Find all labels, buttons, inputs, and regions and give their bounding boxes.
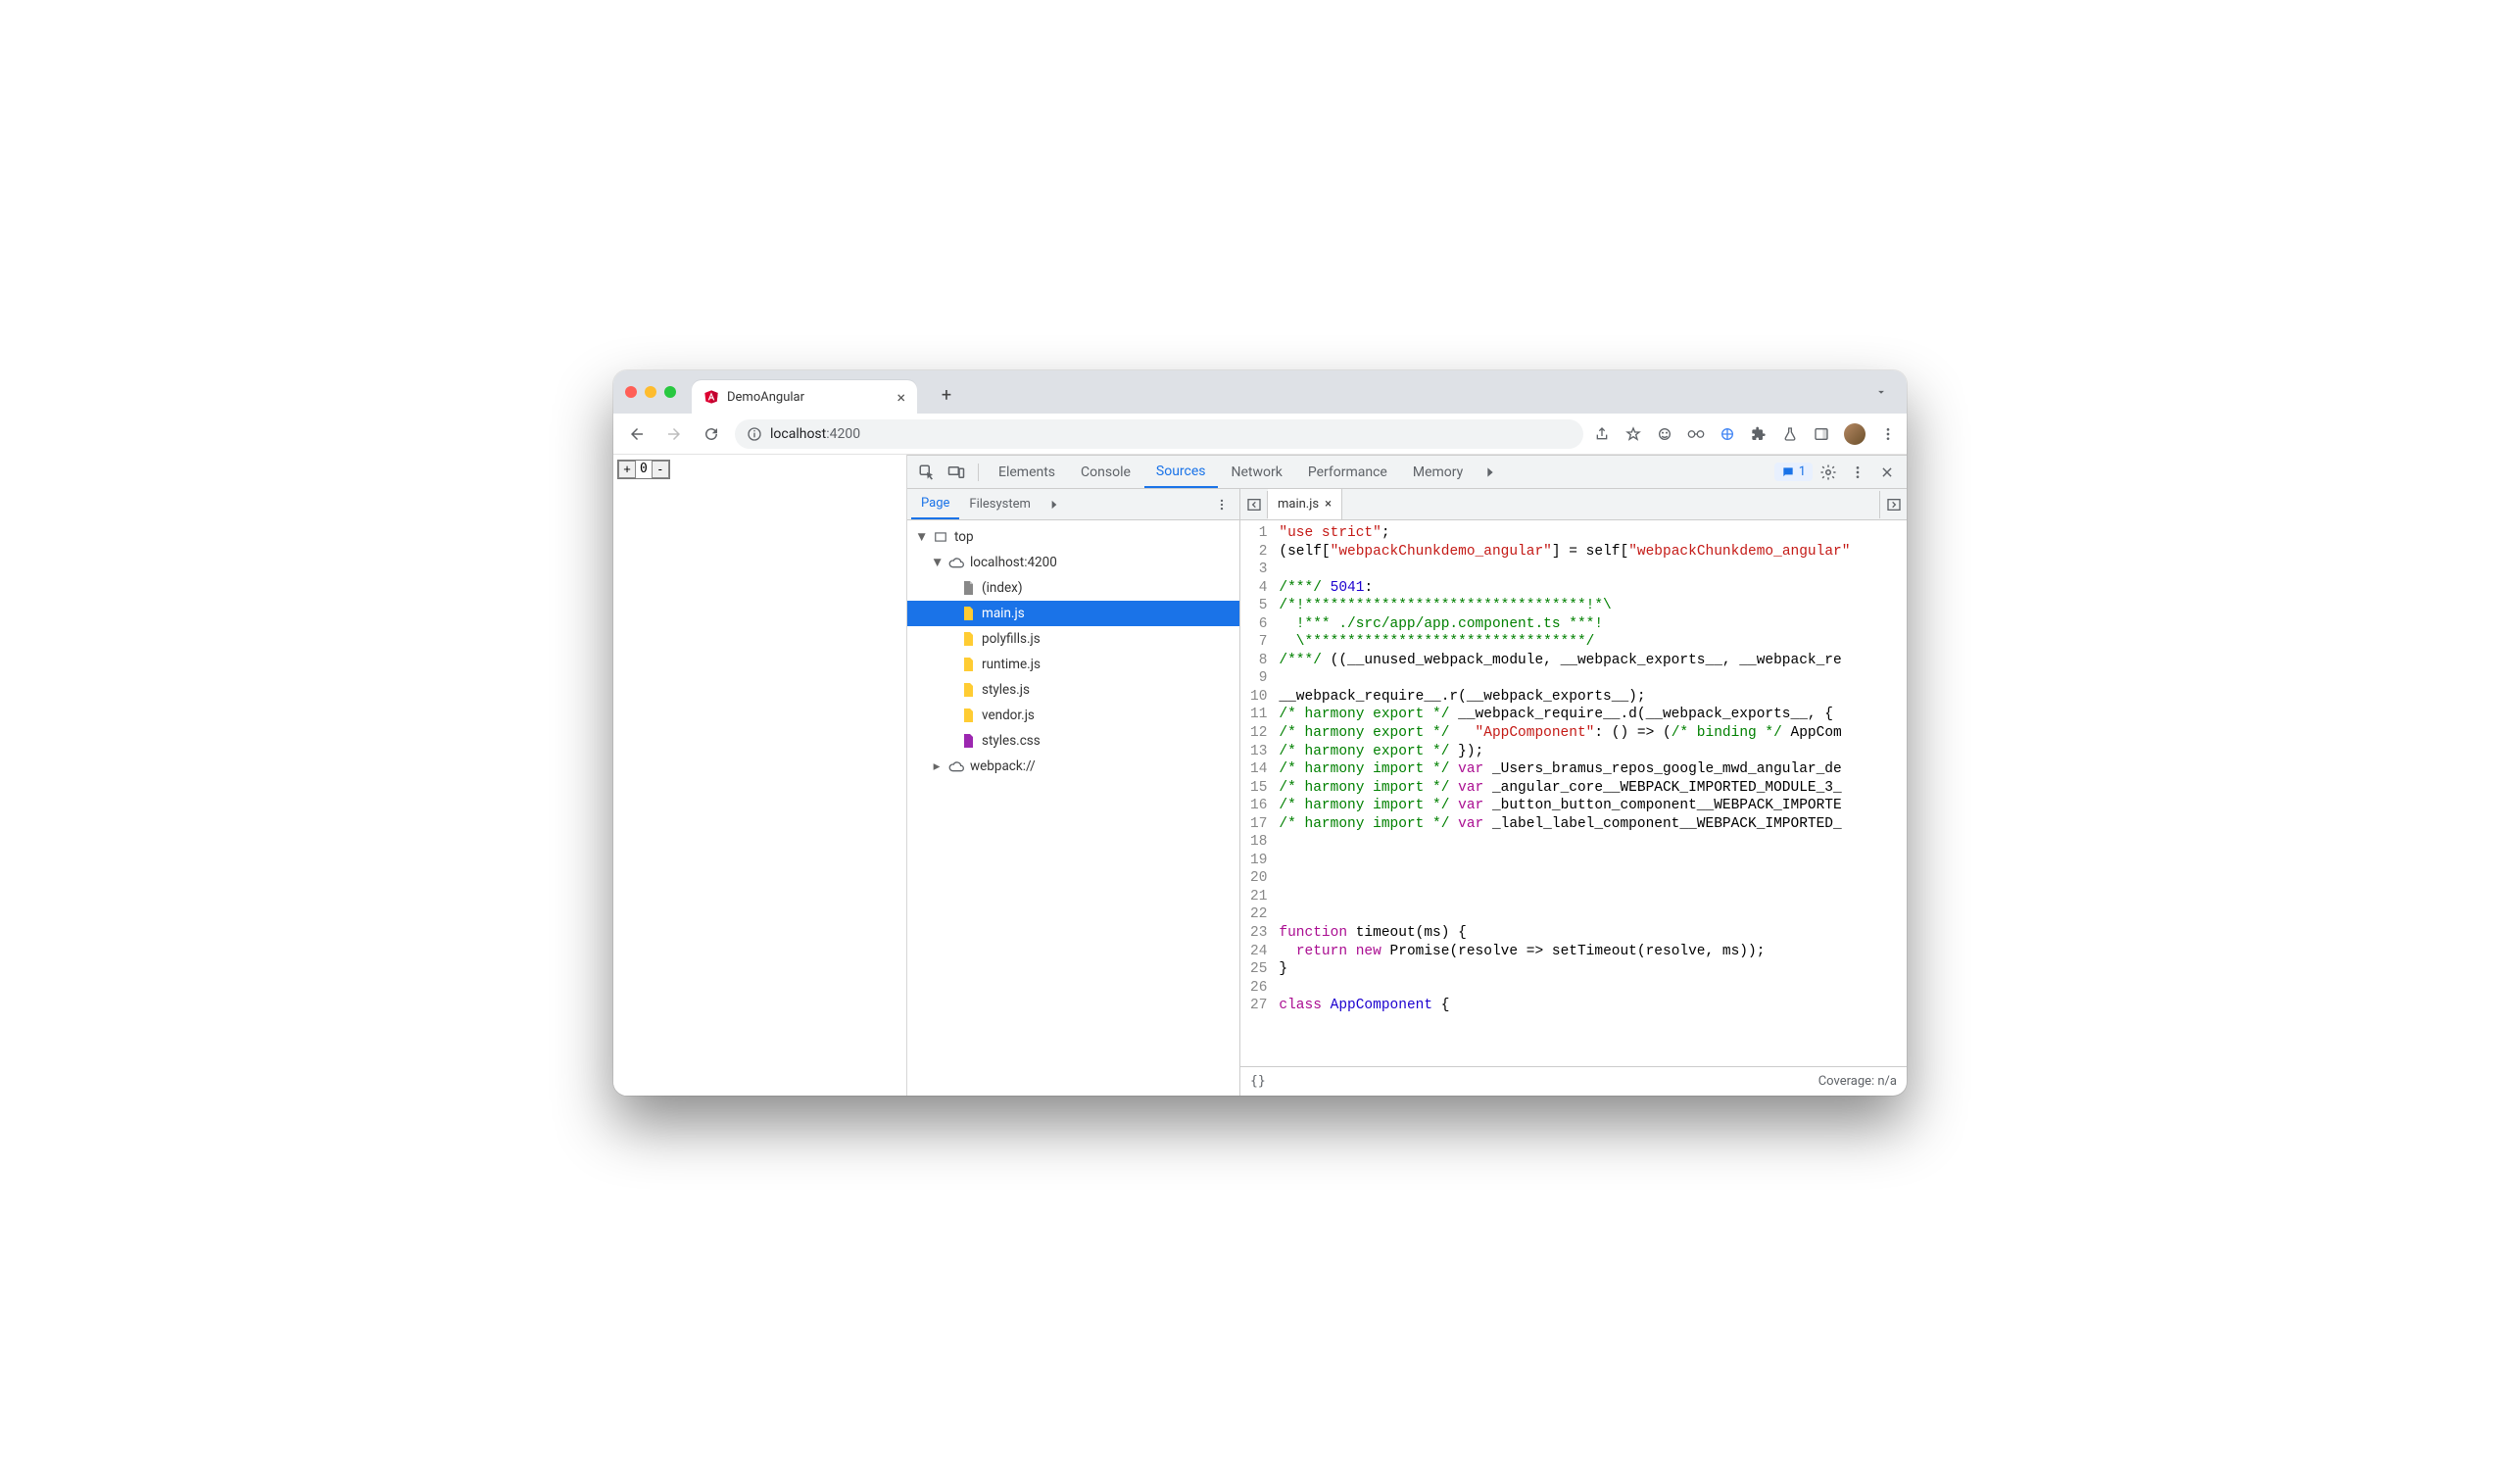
toggle-debugger-button[interactable] — [1879, 491, 1907, 518]
code-editor[interactable]: 1234567891011121314151617181920212223242… — [1240, 520, 1907, 1066]
tab-title: DemoAngular — [727, 390, 889, 405]
tree-file-styles-css[interactable]: styles.css — [907, 728, 1239, 754]
issues-count: 1 — [1799, 464, 1806, 479]
browser-window: DemoAngular × + localhost:4200 — [613, 370, 1907, 1096]
browser-menu-button[interactable] — [1879, 425, 1897, 443]
tab-memory[interactable]: Memory — [1401, 456, 1475, 488]
share-icon[interactable] — [1593, 425, 1611, 443]
browser-tab[interactable]: DemoAngular × — [692, 380, 917, 414]
devtools-menu-button[interactable] — [1844, 459, 1871, 486]
css-file-icon — [960, 733, 976, 749]
js-file-icon — [960, 631, 976, 647]
sources-navigator: Page Filesystem ▼ — [907, 489, 1240, 1096]
js-file-icon — [960, 682, 976, 698]
decrement-button[interactable]: - — [652, 461, 669, 478]
tree-file-polyfills-js[interactable]: polyfills.js — [907, 626, 1239, 652]
document-icon — [960, 580, 976, 596]
reload-button[interactable] — [698, 420, 725, 448]
back-button[interactable] — [623, 420, 651, 448]
close-tab-button[interactable]: × — [897, 388, 905, 407]
increment-button[interactable]: + — [618, 461, 636, 478]
tab-strip: DemoAngular × + — [613, 370, 1907, 414]
editor-column: main.js × 123456789101112131415161718192… — [1240, 489, 1907, 1096]
pretty-print-button[interactable]: {} — [1250, 1074, 1266, 1089]
code-lines: "use strict";(self["webpackChunkdemo_ang… — [1275, 520, 1850, 1066]
page-viewport: + 0 - — [613, 455, 907, 1096]
forward-button[interactable] — [660, 420, 688, 448]
devtools-panel: Elements Console Sources Network Perform… — [907, 455, 1907, 1096]
more-tabs-button[interactable] — [1477, 459, 1504, 486]
url-text: localhost:4200 — [770, 426, 860, 442]
window-controls — [625, 386, 676, 398]
tree-file-index[interactable]: (index) — [907, 575, 1239, 601]
sidepanel-icon[interactable] — [1813, 425, 1830, 443]
editor-statusbar: {} Coverage: n/a — [1240, 1066, 1907, 1096]
issues-chip[interactable]: 1 — [1774, 463, 1813, 481]
tree-file-vendor-js[interactable]: vendor.js — [907, 703, 1239, 728]
navigator-menu-button[interactable] — [1208, 491, 1236, 518]
omnibox[interactable]: localhost:4200 — [735, 419, 1583, 449]
address-bar-row: localhost:4200 — [613, 414, 1907, 455]
frame-icon — [933, 529, 948, 545]
minimize-window-button[interactable] — [645, 386, 656, 398]
js-file-icon — [960, 606, 976, 621]
coverage-status: Coverage: n/a — [1818, 1074, 1897, 1089]
file-tree[interactable]: ▼ top ▼ localhost:4200 (index) — [907, 520, 1239, 1096]
zoom-window-button[interactable] — [664, 386, 676, 398]
js-file-icon — [960, 708, 976, 723]
js-file-icon — [960, 657, 976, 672]
tree-top[interactable]: ▼ top — [907, 524, 1239, 550]
device-toolbar-button[interactable] — [943, 459, 970, 486]
cloud-icon — [948, 555, 964, 570]
counter-value: 0 — [636, 462, 652, 476]
tree-origin[interactable]: ▼ localhost:4200 — [907, 550, 1239, 575]
extensions-puzzle-icon[interactable] — [1750, 425, 1768, 443]
tab-elements[interactable]: Elements — [987, 456, 1067, 488]
tabs-dropdown-button[interactable] — [1867, 378, 1895, 406]
devtools-close-button[interactable] — [1873, 459, 1901, 486]
navigator-tab-filesystem[interactable]: Filesystem — [959, 489, 1041, 519]
tree-file-styles-js[interactable]: styles.js — [907, 677, 1239, 703]
toggle-navigator-button[interactable] — [1240, 491, 1268, 518]
profile-avatar[interactable] — [1844, 423, 1866, 445]
close-editor-tab[interactable]: × — [1325, 497, 1332, 512]
labs-flask-icon[interactable] — [1781, 425, 1799, 443]
extension-icon-1[interactable] — [1656, 425, 1673, 443]
navigator-more-tabs[interactable] — [1041, 491, 1068, 518]
tab-sources[interactable]: Sources — [1144, 456, 1218, 488]
site-info-icon[interactable] — [747, 426, 762, 442]
bookmark-star-icon[interactable] — [1624, 425, 1642, 443]
counter-widget: + 0 - — [617, 460, 670, 479]
devtools-tabbar: Elements Console Sources Network Perform… — [907, 456, 1907, 489]
tree-webpack[interactable]: ▸ webpack:// — [907, 754, 1239, 779]
line-number-gutter: 1234567891011121314151617181920212223242… — [1240, 520, 1275, 1066]
editor-tab-main-js[interactable]: main.js × — [1268, 489, 1342, 519]
editor-tabs: main.js × — [1240, 489, 1907, 520]
close-window-button[interactable] — [625, 386, 637, 398]
tab-console[interactable]: Console — [1069, 456, 1142, 488]
angular-favicon — [703, 389, 719, 405]
tab-network[interactable]: Network — [1220, 456, 1294, 488]
navigator-tab-page[interactable]: Page — [911, 489, 959, 519]
tree-file-main-js[interactable]: main.js — [907, 601, 1239, 626]
extension-icon-3[interactable] — [1719, 425, 1736, 443]
cloud-icon — [948, 758, 964, 774]
new-tab-button[interactable]: + — [933, 381, 960, 409]
tree-file-runtime-js[interactable]: runtime.js — [907, 652, 1239, 677]
toolbar-right — [1593, 423, 1897, 445]
inspect-element-button[interactable] — [913, 459, 941, 486]
tab-performance[interactable]: Performance — [1296, 456, 1399, 488]
devtools-settings-button[interactable] — [1815, 459, 1842, 486]
extension-icon-2[interactable] — [1687, 425, 1705, 443]
